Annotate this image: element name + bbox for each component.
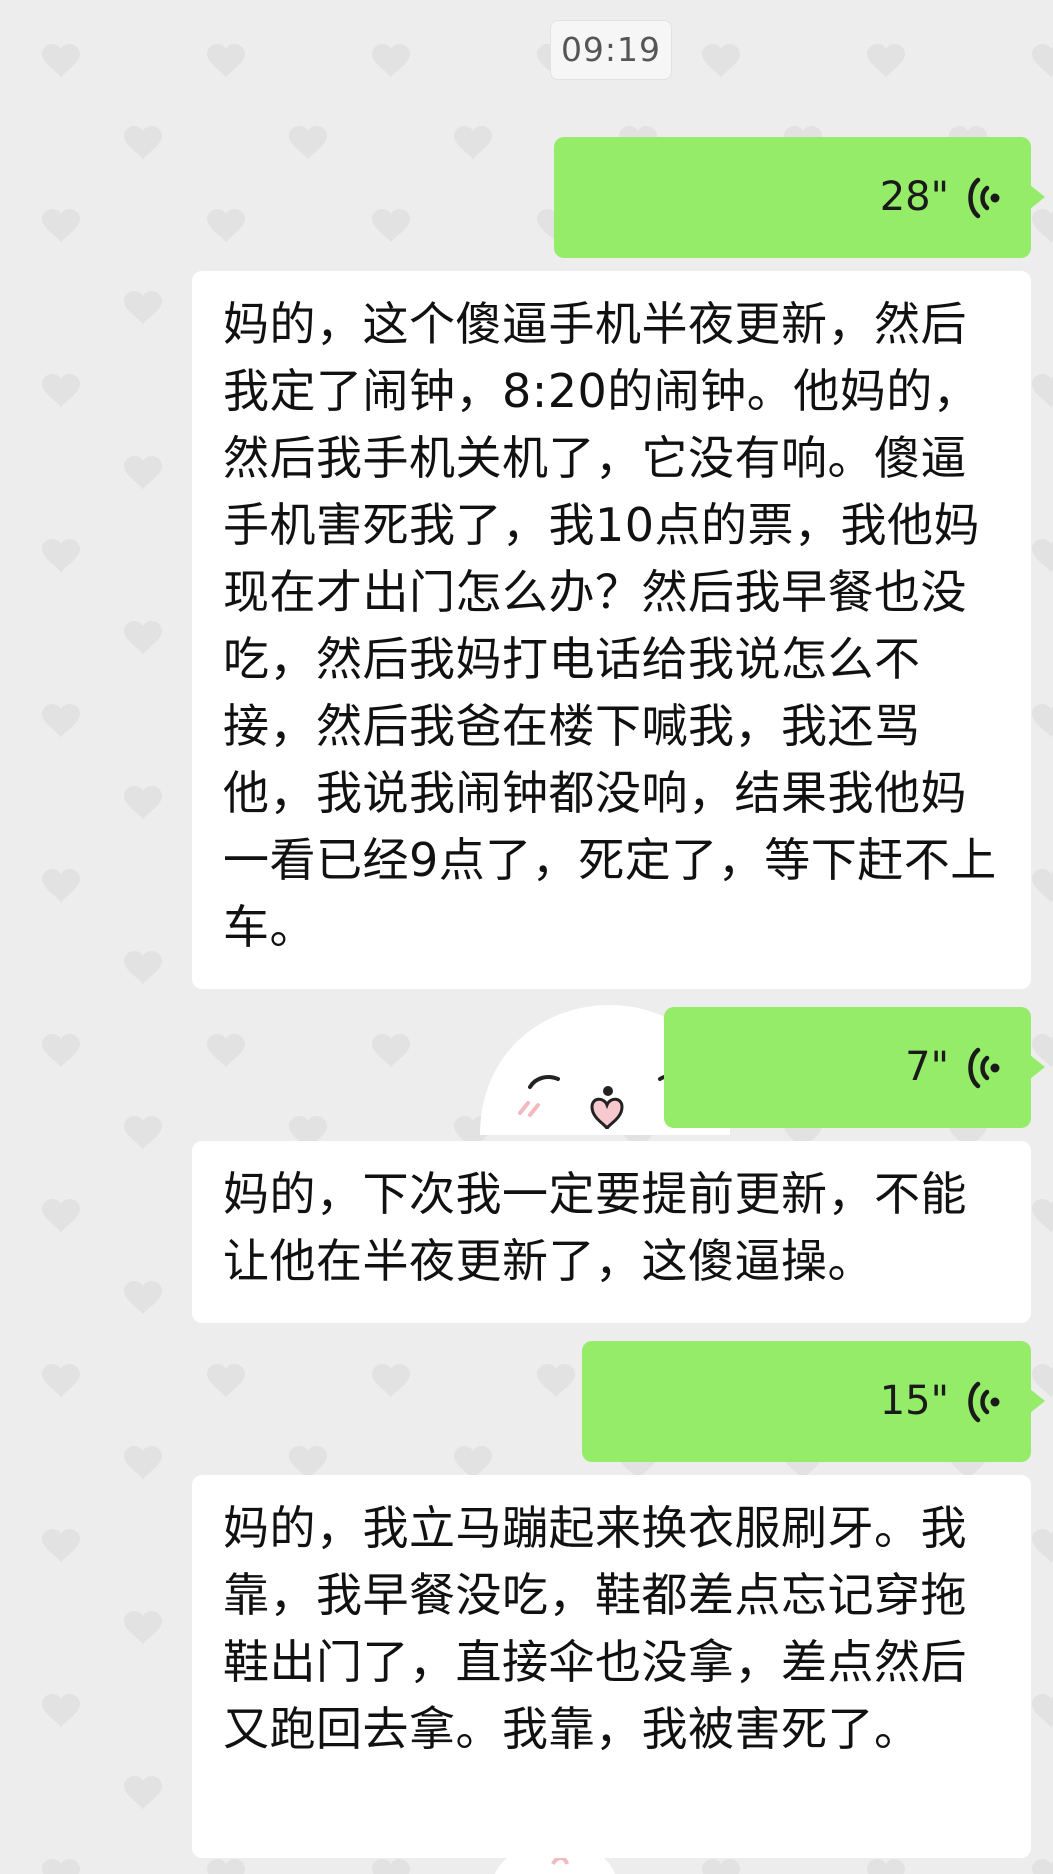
- message-timestamp: 09:19: [550, 20, 672, 80]
- voice-duration-label: 7": [905, 1044, 949, 1090]
- voice-message-bubble[interactable]: 7": [664, 1007, 1045, 1128]
- voice-message-bubble[interactable]: 15": [582, 1341, 1045, 1462]
- voice-duration-label: 15": [879, 1378, 949, 1424]
- voice-duration-label: 28": [879, 174, 949, 220]
- transcript-bubble[interactable]: 妈的，下次我一定要提前更新，不能让他在半夜更新了，这傻逼操。: [192, 1141, 1031, 1323]
- transcript-bubble[interactable]: 妈的，这个傻逼手机半夜更新，然后我定了闹钟，8:20的闹钟。他妈的，然后我手机关…: [192, 271, 1031, 989]
- transcript-text: 妈的，下次我一定要提前更新，不能让他在半夜更新了，这傻逼操。: [223, 1167, 967, 1288]
- transcript-text: 妈的，这个傻逼手机半夜更新，然后我定了闹钟，8:20的闹钟。他妈的，然后我手机关…: [223, 297, 997, 954]
- transcript-bubble[interactable]: 妈的，我立马蹦起来换衣服刷牙。我靠，我早餐没吃，鞋都差点忘记穿拖鞋出门了，直接伞…: [192, 1475, 1031, 1858]
- transcript-text: 妈的，我立马蹦起来换衣服刷牙。我靠，我早餐没吃，鞋都差点忘记穿拖鞋出门了，直接伞…: [223, 1501, 967, 1756]
- voice-message-bubble[interactable]: 28": [554, 137, 1045, 258]
- voice-wave-icon: [968, 1047, 1000, 1089]
- voice-wave-icon: [968, 177, 1000, 219]
- voice-wave-icon: [968, 1381, 1000, 1423]
